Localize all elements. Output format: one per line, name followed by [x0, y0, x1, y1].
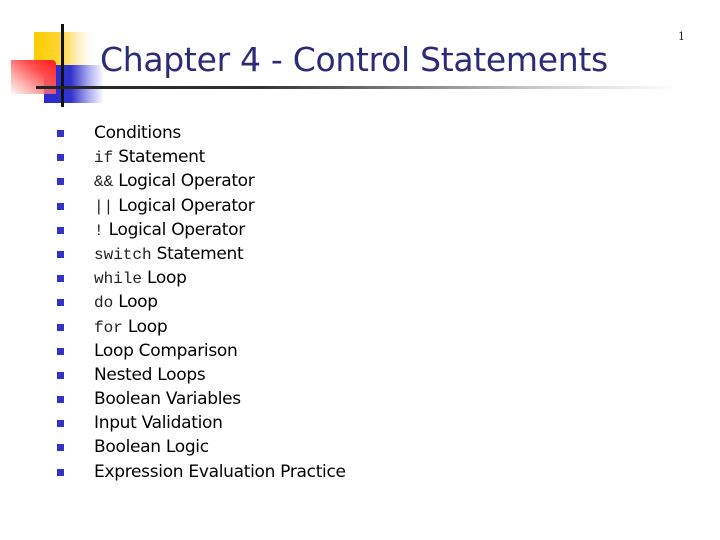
item-text: Loop [147, 268, 187, 289]
code-keyword: while [94, 270, 143, 289]
logo-vertical-line [61, 24, 64, 107]
square-bullet-icon [57, 444, 64, 452]
list-item: Conditions [57, 121, 346, 145]
square-bullet-icon [57, 250, 64, 258]
list-item: || Logical Operator [57, 194, 346, 218]
list-item: while Loop [57, 266, 346, 290]
square-bullet-icon [57, 130, 64, 137]
list-item: Expression Evaluation Practice [57, 460, 346, 484]
slide: Chapter 4 - Control Statements 1 Conditi… [0, 0, 720, 540]
slide-title: Chapter 4 - Control Statements [100, 40, 608, 79]
list-item: for Loop [57, 315, 346, 339]
title-underline [36, 86, 676, 89]
item-text: Boolean Variables [94, 389, 241, 410]
list-item: Nested Loops [57, 363, 346, 387]
code-keyword: switch [94, 245, 152, 264]
list-item: Boolean Variables [57, 387, 346, 411]
square-bullet-icon [57, 347, 64, 355]
list-item: Boolean Logic [57, 435, 346, 459]
item-text: Loop [118, 292, 158, 313]
item-text: Loop [127, 316, 168, 337]
item-text: Expression Evaluation Practice [94, 461, 346, 482]
square-bullet-icon [57, 154, 64, 162]
list-item: do Loop [57, 290, 346, 314]
item-text: Input Validation [94, 413, 223, 434]
list-item: switch Statement [57, 242, 346, 266]
code-keyword: && [94, 173, 114, 192]
item-text: Nested Loops [94, 364, 206, 385]
list-item: if Statement [57, 145, 346, 169]
square-bullet-icon [57, 468, 64, 476]
square-bullet-icon [57, 226, 64, 234]
square-bullet-icon [57, 420, 64, 428]
square-bullet-icon [57, 202, 64, 210]
square-bullet-icon [57, 275, 64, 283]
bullet-list: Conditions if Statement && Logical Operator |… [57, 121, 346, 484]
item-text: Statement [156, 243, 244, 264]
square-bullet-icon [57, 323, 64, 331]
code-keyword: do [94, 294, 114, 313]
list-item: ! Logical Operator [57, 218, 346, 242]
item-text: Conditions [94, 123, 181, 143]
item-text: Logical Operator [118, 171, 255, 192]
list-item: && Logical Operator [57, 169, 346, 193]
item-text: Boolean Logic [94, 437, 209, 458]
code-keyword: ! [94, 221, 104, 240]
item-text: Statement [118, 147, 205, 168]
list-item: Input Validation [57, 411, 346, 435]
square-bullet-icon [57, 371, 64, 379]
square-bullet-icon [57, 396, 64, 404]
square-bullet-icon [57, 178, 64, 186]
list-item: Loop Comparison [57, 339, 346, 363]
slide-number: 1 [678, 30, 685, 43]
item-text: Logical Operator [108, 219, 246, 240]
item-text: Loop Comparison [94, 340, 238, 361]
item-text: Logical Operator [118, 195, 255, 216]
code-keyword: if [94, 149, 114, 168]
square-bullet-icon [57, 299, 64, 307]
code-keyword: for [94, 318, 123, 337]
code-keyword: || [94, 197, 114, 216]
